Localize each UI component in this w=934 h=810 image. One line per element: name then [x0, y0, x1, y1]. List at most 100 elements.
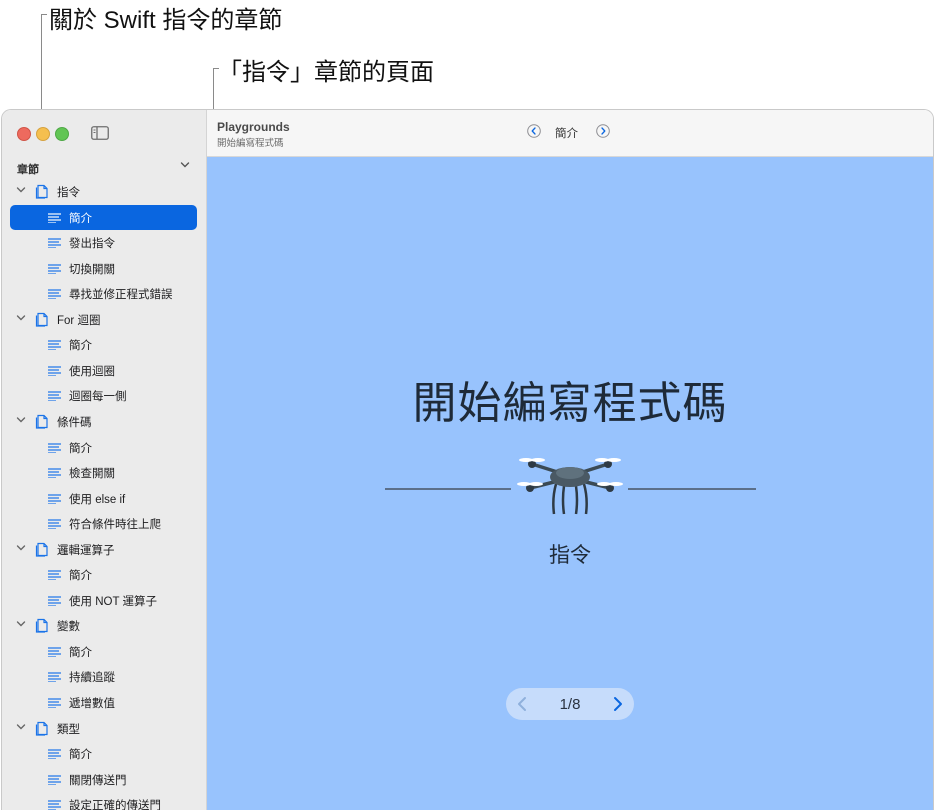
toolbar: Playgrounds 開始編寫程式碼 簡介: [207, 110, 933, 157]
zoom-window-button[interactable]: [55, 127, 69, 141]
callout-pages-line-tick: [213, 68, 219, 69]
text-lines-icon: [48, 493, 61, 504]
text-lines-icon: [48, 442, 61, 453]
chapter-caption: 指令: [549, 544, 591, 567]
chapter-page-icon: [35, 312, 48, 327]
sidebar-page-item[interactable]: 簡介: [10, 435, 197, 460]
page-pager: 1/8: [506, 688, 634, 720]
sidebar-item-label: 尋找並修正程式錯誤: [69, 289, 173, 302]
sidebar-chapter-item[interactable]: 類型: [10, 716, 197, 741]
sidebar-item-label: 切換開關: [69, 263, 115, 276]
sidebar-item-label: 檢查開關: [69, 468, 115, 481]
chapter-page-icon: [35, 414, 48, 429]
sidebar-item-label: 簡介: [69, 570, 92, 583]
sidebar-chapter-item[interactable]: 條件碼: [10, 409, 197, 434]
text-lines-icon: [48, 340, 61, 351]
chevron-down-icon[interactable]: [16, 544, 26, 552]
minimize-window-button[interactable]: [36, 127, 50, 141]
callout-chapters: 關於 Swift 指令的章節: [49, 7, 283, 34]
sidebar-item-label: 類型: [57, 723, 80, 736]
chevron-down-icon[interactable]: [16, 314, 26, 322]
document-subtitle: 開始編寫程式碼: [217, 138, 284, 149]
sidebar-toggle-icon[interactable]: [91, 126, 109, 140]
sidebar-item-label: 簡介: [69, 340, 92, 353]
divider-right: [628, 488, 756, 490]
sidebar-item-label: 使用迴圈: [69, 365, 115, 378]
chevron-down-icon[interactable]: [16, 723, 26, 731]
sidebar-page-item[interactable]: 切換開關: [10, 256, 197, 281]
text-lines-icon: [48, 519, 61, 530]
text-lines-icon: [48, 698, 61, 708]
callout-pages: 「指令」章節的頁面: [218, 59, 434, 86]
document-title: Playgrounds: [217, 120, 290, 134]
sidebar-item-label: 簡介: [69, 442, 92, 455]
app-window: 章節 指令 簡介 發出指令 切換開關 尋找並修正程式錯誤 For 迴圈 簡介 使用迴圈 迴圈每一…: [1, 109, 934, 810]
sidebar-page-item[interactable]: 簡介: [10, 204, 197, 230]
drone-icon: [517, 458, 623, 515]
sidebar-page-item[interactable]: 使用迴圈: [10, 358, 197, 383]
sidebar-page-item[interactable]: 設定正確的傳送門: [10, 792, 197, 810]
sidebar-item-label: 簡介: [69, 749, 92, 762]
sidebar-page-item[interactable]: 使用 else if: [10, 486, 197, 511]
sidebar-chapter-item[interactable]: 指令: [10, 179, 197, 204]
text-lines-icon: [48, 672, 61, 683]
text-lines-icon: [48, 749, 61, 760]
sidebar-item-label: 設定正確的傳送門: [69, 800, 161, 810]
sidebar-item-label: 迴圈每一側: [69, 391, 127, 404]
chevron-down-icon[interactable]: [16, 186, 26, 194]
sidebar-page-item[interactable]: 尋找並修正程式錯誤: [10, 281, 197, 306]
close-window-button[interactable]: [17, 127, 31, 141]
chevron-down-icon[interactable]: [16, 416, 26, 424]
sidebar-page-item[interactable]: 簡介: [10, 741, 197, 766]
sidebar-page-item[interactable]: 發出指令: [10, 230, 197, 255]
text-lines-icon: [48, 391, 61, 402]
chapters-header: 章節: [17, 164, 39, 176]
text-lines-icon: [48, 366, 61, 376]
chapter-page-icon: [35, 184, 48, 199]
sidebar-page-item[interactable]: 迴圈每一側: [10, 383, 197, 408]
sidebar-item-label: 使用 NOT 運算子: [69, 595, 157, 608]
page-content: 開始編寫程式碼 指令 1/8: [207, 157, 933, 810]
sidebar-page-item[interactable]: 關閉傳送門: [10, 767, 197, 792]
sidebar-item-label: 邏輯運算子: [57, 544, 115, 557]
sidebar-item-label: 關閉傳送門: [69, 774, 127, 787]
sidebar-page-item[interactable]: 符合條件時往上爬: [10, 511, 197, 536]
chevron-down-icon[interactable]: [180, 161, 190, 169]
sidebar-page-item[interactable]: 檢查開關: [10, 460, 197, 485]
sidebar-page-item[interactable]: 持續追蹤: [10, 664, 197, 689]
sidebar-page-item[interactable]: 簡介: [10, 332, 197, 357]
sidebar-chapter-item[interactable]: 邏輯運算子: [10, 537, 197, 562]
sidebar-item-label: For 迴圈: [57, 314, 101, 327]
sidebar-item-label: 條件碼: [57, 416, 92, 429]
sidebar-chapter-item[interactable]: For 迴圈: [10, 307, 197, 332]
sidebar-item-label: 持續追蹤: [69, 672, 115, 685]
sidebar-item-label: 指令: [57, 187, 80, 199]
chapter-page-icon: [35, 542, 48, 557]
text-lines-icon: [48, 468, 61, 479]
current-page-title: 簡介: [555, 128, 578, 140]
chevron-down-icon[interactable]: [16, 620, 26, 628]
sidebar-page-item[interactable]: 遞增數值: [10, 690, 197, 715]
sidebar-item-label: 發出指令: [69, 238, 115, 251]
next-page-icon[interactable]: [596, 124, 610, 138]
text-lines-icon: [48, 775, 61, 785]
sidebar-item-label: 簡介: [69, 212, 92, 225]
sidebar-item-label: 符合條件時往上爬: [69, 519, 161, 532]
text-lines-icon: [48, 212, 61, 223]
sidebar-page-item[interactable]: 簡介: [10, 639, 197, 664]
sidebar-item-label: 簡介: [69, 646, 92, 659]
sidebar-page-item[interactable]: 使用 NOT 運算子: [10, 588, 197, 613]
text-lines-icon: [48, 596, 61, 606]
text-lines-icon: [48, 264, 61, 274]
sidebar-item-label: 遞增數值: [69, 698, 115, 710]
callout-chapters-line-tick: [41, 14, 47, 15]
chapter-page-icon: [35, 721, 48, 736]
pager-next-icon[interactable]: [612, 696, 624, 712]
sidebar-page-item[interactable]: 簡介: [10, 562, 197, 587]
text-lines-icon: [48, 570, 61, 581]
divider-left: [385, 488, 511, 490]
page-heading: 開始編寫程式碼: [412, 379, 728, 428]
chapter-page-icon: [35, 619, 48, 633]
sidebar-chapter-item[interactable]: 變數: [10, 613, 197, 638]
previous-page-icon[interactable]: [527, 124, 541, 138]
